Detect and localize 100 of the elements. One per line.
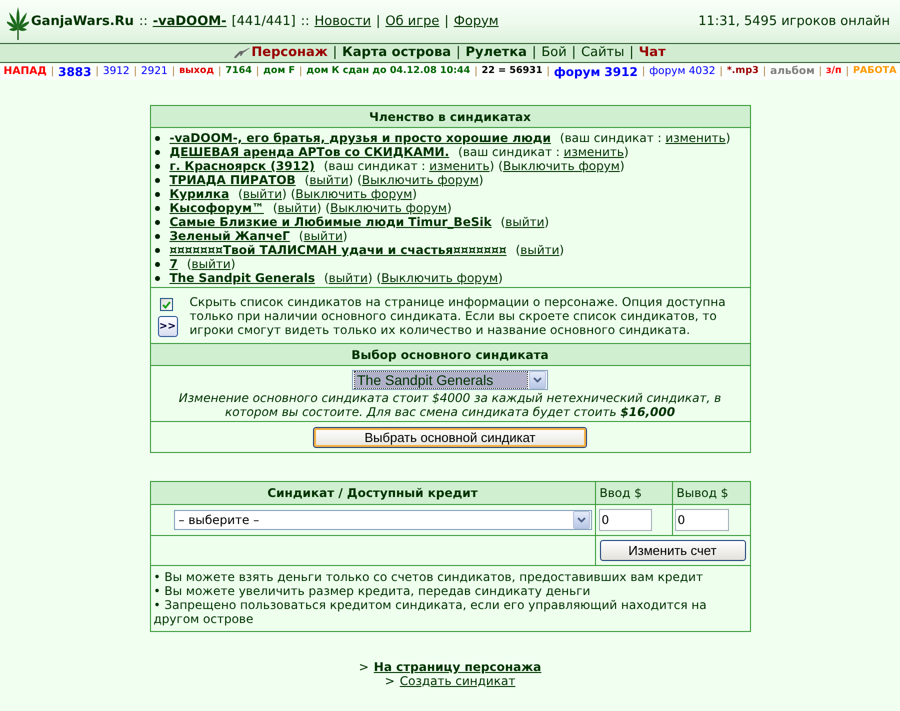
quick-link[interactable]: форум 4032 xyxy=(649,64,716,80)
syndicate-link[interactable]: Зеленый ЖапчеГ xyxy=(170,229,290,243)
syndicate-link[interactable]: ТРИАДА ПИРАТОВ xyxy=(170,173,296,187)
syndicate-link[interactable]: 7 xyxy=(170,257,178,271)
credit-note: • Запрещено пользоваться кредитом синдиката, если его управляющий находится на другом острове xyxy=(154,598,708,626)
nav-link[interactable]: Бой xyxy=(541,43,567,63)
nav-link[interactable]: Сайты xyxy=(581,43,624,63)
change-account-button[interactable]: Изменить счет xyxy=(600,540,746,561)
nav-link[interactable]: Карта острова xyxy=(342,43,452,63)
syndicate-link[interactable]: Самые Близкие и Любимые люди Timur_BeSik xyxy=(170,215,492,229)
dropdown-select[interactable]: The Sandpit Generals xyxy=(352,370,548,390)
nav-link[interactable]: Чат xyxy=(638,43,666,63)
checkbox[interactable] xyxy=(160,298,172,311)
chevron-down-icon xyxy=(529,371,546,389)
quick-link[interactable]: дом F xyxy=(263,64,296,79)
action-text: ( xyxy=(290,187,296,201)
action-text: ) xyxy=(478,173,484,187)
action-text: ) xyxy=(230,257,236,271)
quick-link[interactable]: 7164 xyxy=(225,64,252,79)
bullet-icon xyxy=(154,136,160,140)
action-text: (ваш синдикат : xyxy=(560,131,663,145)
credit-note: • Вы можете взять деньги только со счетов синдикатов, предоставивших вам кредит xyxy=(154,570,704,584)
action-text: ) xyxy=(498,271,503,285)
dropdown-select[interactable]: – выберите – xyxy=(174,510,592,530)
action-text: (ваш синдикат : xyxy=(324,159,426,173)
footer-link[interactable]: Создать синдикат xyxy=(400,674,516,688)
quick-link[interactable]: 3912 xyxy=(102,64,130,80)
action-text: ) xyxy=(368,271,372,285)
action-link[interactable]: выйти xyxy=(278,201,317,215)
header-link[interactable]: Новости xyxy=(314,12,372,32)
user-link[interactable]: -vaDOOM- xyxy=(152,12,227,32)
separator: | xyxy=(642,65,646,79)
action-link[interactable]: выйти xyxy=(304,229,343,243)
quick-link[interactable]: *.mp3 xyxy=(726,64,759,79)
action-link[interactable]: Выключить форум xyxy=(502,159,620,173)
syndicate-link[interactable]: Кысофорум™ xyxy=(170,201,264,215)
separator: | xyxy=(846,65,849,79)
separator: | xyxy=(762,65,766,79)
bullet-icon xyxy=(154,276,160,280)
nav-link[interactable]: Рулетка xyxy=(465,43,527,63)
separator: | xyxy=(172,65,176,79)
header-link[interactable]: Форум xyxy=(454,12,499,32)
chevron-down-icon xyxy=(572,511,590,529)
quick-link[interactable]: 2921 xyxy=(141,64,168,80)
separator: | xyxy=(444,12,449,31)
quick-link[interactable]: выход xyxy=(179,64,214,79)
bullet-icon xyxy=(154,206,160,210)
action-link[interactable]: изменить xyxy=(564,145,624,159)
action-link[interactable]: выйти xyxy=(520,243,560,257)
action-text: ) xyxy=(559,243,564,257)
expand-button[interactable]: >> xyxy=(158,316,178,337)
action-link[interactable]: выйти xyxy=(242,187,282,201)
action-link[interactable]: изменить xyxy=(665,131,726,145)
deposit-field[interactable]: 0 xyxy=(598,509,652,531)
syndicate-link[interactable]: ДЕШЕВАЯ аренда АРТов со СКИДКАМИ. xyxy=(170,145,450,159)
action-text: ( xyxy=(272,201,278,215)
action-link[interactable]: Выключить форум xyxy=(362,173,479,187)
action-text: ) xyxy=(490,159,494,173)
action-link[interactable]: Выключить форум xyxy=(330,201,447,215)
syndicate-link[interactable]: г. Красноярск (3912) xyxy=(170,159,315,173)
site-title: GanjaWars.Ru xyxy=(31,12,134,31)
syndicate-link[interactable]: -vaDOOM-, его братья, друзья и просто хорошие люди xyxy=(170,131,551,145)
syndicate-link[interactable]: The Sandpit Generals xyxy=(170,271,315,285)
selected-option: – выберите – xyxy=(176,512,570,528)
separator: | xyxy=(376,12,380,31)
withdraw-field[interactable]: 0 xyxy=(674,509,728,531)
credit-note: • Вы можете увеличить размер кредита, передав синдикату деньги xyxy=(154,584,592,598)
selected-option: The Sandpit Generals xyxy=(355,372,527,388)
action-link[interactable]: выйти xyxy=(328,271,368,285)
column-header: Ввод $ xyxy=(594,482,672,504)
syndicate-link[interactable]: ¤¤¤¤¤¤¤Твой ТАЛИСМАН удачи и счастья¤¤¤¤¤¤¤ xyxy=(170,243,507,257)
quick-link[interactable]: форум 3912 xyxy=(554,62,638,80)
separator: | xyxy=(134,65,137,79)
quick-link[interactable]: дом К сдан до 04.12.08 10:44 xyxy=(306,64,470,79)
header-link[interactable]: Об игре xyxy=(385,12,440,32)
quick-link[interactable]: 22 = 56931 xyxy=(482,64,542,79)
quick-link[interactable]: альбом xyxy=(770,64,815,80)
action-text: ) xyxy=(316,201,322,215)
separator: | xyxy=(456,44,460,62)
bullet-icon xyxy=(154,262,160,266)
quick-link[interactable]: НАПАД xyxy=(4,64,47,80)
action-link[interactable]: выйти xyxy=(505,215,544,229)
action-link[interactable]: Выключить форум xyxy=(295,187,412,201)
action-link[interactable]: выйти xyxy=(309,173,348,187)
separator: | xyxy=(218,65,222,79)
syndicate-link[interactable]: Курилка xyxy=(170,187,230,201)
nav-link[interactable]: Персонаж xyxy=(234,43,328,63)
action-text: ( xyxy=(238,187,243,201)
action-text: ( xyxy=(304,173,310,187)
select-primary-button[interactable]: Выбрать основной синдикат xyxy=(313,427,587,448)
action-link[interactable]: выйти xyxy=(192,257,231,271)
online-status: 11:31, 5495 игроков онлайн xyxy=(698,12,890,31)
action-text: ( xyxy=(324,271,329,285)
action-link[interactable]: Выключить форум xyxy=(381,271,498,285)
quick-link[interactable]: з/п xyxy=(826,64,842,79)
header-text: :: xyxy=(138,12,148,31)
action-text: ( xyxy=(298,229,304,243)
quick-link[interactable]: 3883 xyxy=(58,62,92,80)
footer-link[interactable]: На страницу персонажа xyxy=(374,660,542,674)
action-link[interactable]: изменить xyxy=(429,159,490,173)
